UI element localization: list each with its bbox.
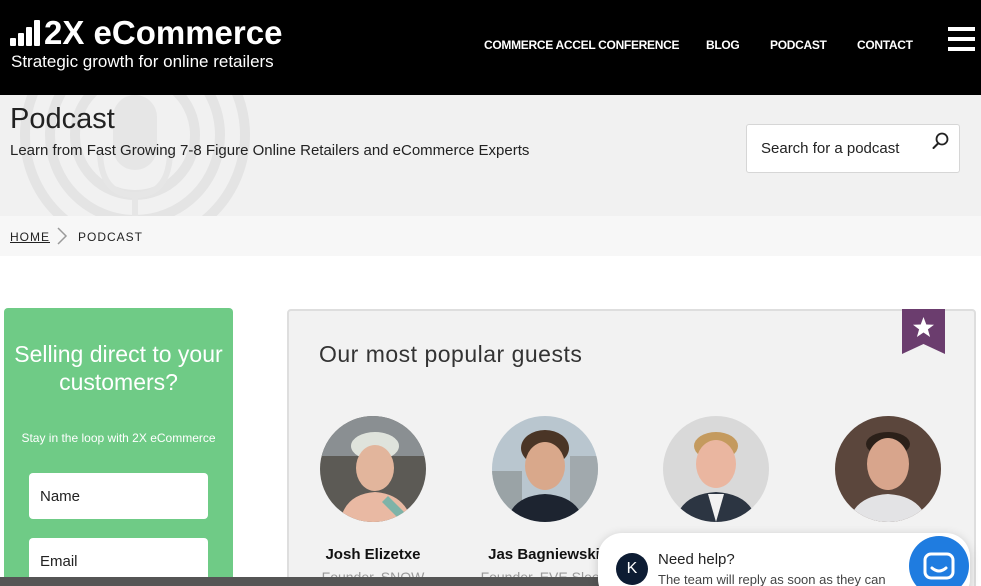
logo-tagline: Strategic growth for online retailers bbox=[11, 52, 274, 71]
chat-agent-avatar: K bbox=[616, 553, 648, 585]
nav-blog[interactable]: BLOG bbox=[706, 38, 740, 52]
breadcrumb-current: PODCAST bbox=[78, 230, 144, 244]
chat-title: Need help? bbox=[658, 551, 735, 568]
nav-contact[interactable]: CONTACT bbox=[857, 38, 913, 52]
bottom-scroll-bar bbox=[0, 577, 600, 586]
nav-podcast[interactable]: PODCAST bbox=[770, 38, 827, 52]
search-input[interactable] bbox=[761, 137, 926, 159]
guest-card[interactable]: Josh Elizetxe Founder, SNOW bbox=[298, 416, 448, 586]
guest-name: Josh Elizetxe bbox=[325, 546, 421, 563]
chevron-right-icon bbox=[57, 227, 68, 245]
guest-avatar[interactable] bbox=[320, 416, 426, 522]
newsletter-signup: Selling direct to your customers? Stay i… bbox=[4, 308, 233, 586]
guest-avatar[interactable] bbox=[835, 416, 941, 522]
chat-text: The team will reply as soon as they can bbox=[658, 572, 886, 586]
guest-name: Jas Bagniewski bbox=[488, 546, 600, 563]
breadcrumb: HOME PODCAST bbox=[0, 216, 981, 256]
main-nav: COMMERCE ACCEL CONFERENCE BLOG PODCAST C… bbox=[0, 38, 981, 54]
podcast-search bbox=[746, 124, 960, 173]
page-subtitle: Learn from Fast Growing 7-8 Figure Onlin… bbox=[10, 142, 530, 159]
breadcrumb-home[interactable]: HOME bbox=[10, 230, 50, 244]
name-field[interactable] bbox=[29, 473, 208, 519]
signup-subtitle: Stay in the loop with 2X eCommerce bbox=[21, 431, 216, 445]
guest-card[interactable]: Jas Bagniewski Founder, EVE Sleep bbox=[469, 416, 619, 586]
signup-title: Selling direct to your customers? bbox=[14, 341, 223, 395]
page-hero: Podcast Learn from Fast Growing 7-8 Figu… bbox=[0, 95, 981, 216]
chat-icon bbox=[923, 552, 955, 580]
star-icon bbox=[902, 309, 945, 354]
search-icon[interactable] bbox=[931, 131, 951, 151]
hamburger-menu-icon[interactable] bbox=[948, 27, 975, 51]
guest-avatar[interactable] bbox=[492, 416, 598, 522]
nav-commerce-accel-conference[interactable]: COMMERCE ACCEL CONFERENCE bbox=[484, 38, 679, 52]
popular-guests-title: Our most popular guests bbox=[319, 341, 583, 367]
page-title: Podcast bbox=[10, 103, 115, 135]
site-header: 2X eCommerce Strategic growth for online… bbox=[0, 0, 981, 95]
guest-avatar[interactable] bbox=[663, 416, 769, 522]
